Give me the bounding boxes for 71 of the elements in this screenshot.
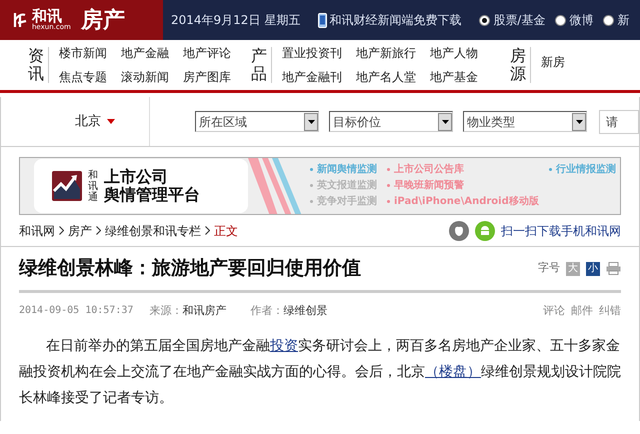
app-download-link[interactable]: 扫一扫下载手机和讯网 [501, 222, 621, 240]
article-link[interactable]: 投资 [270, 338, 298, 354]
nav-link[interactable]: 地产基金 [430, 68, 490, 86]
nav-heading: 资讯 [28, 46, 49, 84]
banner-feature: 行业情报监测 [556, 162, 616, 177]
chevron-icon [96, 226, 101, 235]
dropdown-arrow-icon [442, 120, 448, 124]
banner-feature: iPad\iPhone\Android移动版 [394, 194, 539, 209]
dropdown[interactable]: 目标价位 [329, 111, 453, 132]
search-field[interactable]: 请 [599, 110, 639, 134]
nav-link[interactable]: 楼市新闻 [59, 44, 107, 62]
author-name: 绿维创景 [283, 302, 328, 319]
nav-heading: 产品 [251, 46, 272, 84]
breadcrumb-link[interactable]: 房产 [68, 222, 92, 240]
date-text: 2014年9月12日 星期五 [171, 12, 300, 29]
breadcrumb-link[interactable]: 和讯网 [19, 222, 55, 240]
source-label: 来源： [149, 302, 182, 319]
radio-label: 股票/基金 [493, 12, 546, 29]
nav-heading: 房源 [510, 46, 531, 84]
nav-link[interactable]: 地产人物 [430, 44, 490, 62]
caret-icon [107, 119, 115, 124]
banner-feature: 竞争对手监测 [317, 194, 377, 209]
article-link[interactable]: （楼盘） [425, 364, 481, 380]
dropdown-arrow-icon [576, 120, 582, 124]
nav-link[interactable]: 地产金融刊 [282, 68, 342, 86]
banner-feature: 新闻舆情监测 [317, 162, 377, 177]
source-link[interactable]: 和讯房产 [182, 302, 226, 320]
nav-link[interactable]: 置业投资刊 [282, 44, 342, 62]
article-action-link[interactable]: 评论 [543, 302, 565, 320]
radio-label: 微博 [569, 12, 594, 29]
download-link[interactable]: 和讯财经新闻端免费下载 [318, 11, 462, 29]
banner-feature: 早晚班新闻预警 [394, 178, 464, 193]
chevron-icon [205, 226, 210, 235]
dropdown-arrow-icon [308, 120, 314, 124]
radio-button[interactable] [479, 14, 490, 26]
radio-label: 新 [617, 12, 630, 29]
chevron-icon [59, 226, 64, 235]
publish-time: 2014-09-05 10:57:37 [19, 304, 134, 318]
dropdown[interactable]: 物业类型 [463, 111, 587, 132]
print-icon[interactable] [606, 262, 621, 275]
nav-link[interactable]: 房产图库 [183, 68, 231, 86]
nav-link[interactable]: 地产评论 [183, 44, 231, 62]
breadcrumb-link[interactable]: 正文 [214, 222, 238, 240]
nav-link[interactable]: 地产金融 [121, 44, 169, 62]
logo-section: 房产 [80, 4, 125, 36]
nav-link[interactable]: 地产名人堂 [356, 68, 416, 86]
banner-title: 上市公司 [104, 168, 169, 186]
banner-brand: 和讯通 [88, 170, 98, 202]
nav-link[interactable]: 焦点专题 [59, 68, 107, 86]
banner-feature: 上市公司公告库 [394, 162, 464, 177]
dropdown[interactable]: 所在区域 [195, 111, 319, 132]
article-action-link[interactable]: 邮件 [571, 302, 593, 320]
city-selector[interactable]: 北京 [75, 112, 101, 132]
nav-link[interactable]: 新房 [541, 52, 565, 71]
radio-button[interactable] [555, 14, 566, 26]
chart-logo-icon [52, 171, 82, 201]
radio-button[interactable] [603, 14, 614, 26]
nav-link[interactable]: 地产新旅行 [356, 44, 416, 62]
banner-title: 舆情管理平台 [104, 186, 200, 204]
logo-icon [12, 11, 28, 29]
author-label: 作者： [250, 302, 284, 319]
breadcrumb-link[interactable]: 绿维创景和讯专栏 [105, 222, 201, 240]
article-title: 绿维创景林峰：旅游地产要回归使用价值 [19, 256, 361, 282]
article-paragraph: 在日前举办的第五届全国房地产金融投资实务研讨会上，两百多名房地产企业家、五十多家金融投资机构在会上交流了在地产金融实战方面的心得。会后，北京（楼盘）绿维创景规划设计院院长林峰接受了记者专访。 [19, 337, 621, 408]
article-action-link[interactable]: 纠错 [599, 302, 621, 320]
font-size-label: 字号 [538, 260, 560, 276]
font-size-button[interactable]: 小 [586, 262, 600, 276]
phone-icon [318, 12, 328, 28]
logo-brand: 和讯 [32, 9, 62, 24]
nav-link[interactable]: 滚动新闻 [121, 68, 169, 86]
banner-feature: 英文报道监测 [317, 178, 377, 193]
